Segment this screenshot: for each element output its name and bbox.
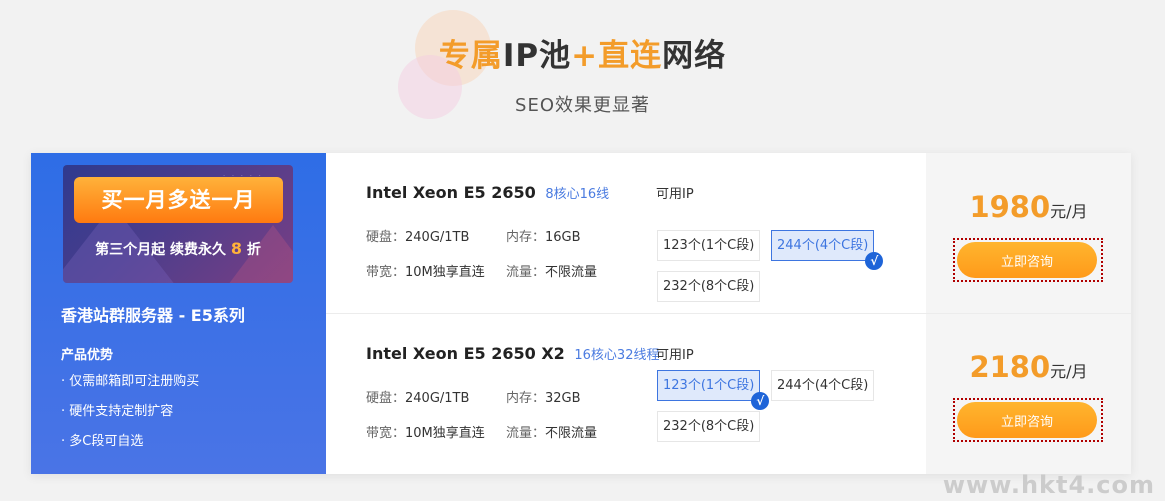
spec-value: 32GB xyxy=(545,391,581,406)
series-sidebar: · · · · · 买一月多送一月 第三个月起 续费永久 8 折 香港站群服务器… xyxy=(31,153,326,474)
consult-focus-ring: 立即咨询 xyxy=(953,238,1103,282)
cpu-cores: 16核心32线程 xyxy=(574,348,660,363)
title-segment: IP池 xyxy=(502,38,572,74)
spec-value: 240G/1TB xyxy=(405,391,470,406)
title-segment: 专属 xyxy=(438,38,503,74)
spec-value: 不限流量 xyxy=(545,426,598,441)
spec-label: 内存： xyxy=(506,230,546,245)
product-row: Intel Xeon E5 2650 X2 16核心32线程 硬盘：240G/1… xyxy=(326,314,1131,474)
ip-option-label: 244个(4个C段) xyxy=(777,378,869,393)
price-panel: 2180元/月 立即咨询 xyxy=(926,314,1131,474)
series-title: 香港站群服务器 - E5系列 xyxy=(61,306,245,325)
spec-disk: 硬盘：240G/1TB xyxy=(366,226,469,245)
spec-label: 流量： xyxy=(506,426,546,441)
ip-option-label: 244个(4个C段) xyxy=(777,238,869,253)
advantage-item: · 硬件支持定制扩容 xyxy=(61,404,174,419)
promo-main-text: 买一月多送一月 xyxy=(74,177,283,223)
cpu-name: Intel Xeon E5 2650 xyxy=(366,183,536,202)
price-unit: 元/月 xyxy=(1050,202,1088,221)
ip-option-label: 123个(1个C段) xyxy=(663,238,755,253)
price: 1980元/月 xyxy=(926,190,1131,224)
watermark: www.hkt4.com xyxy=(942,471,1155,499)
ip-option-label: 232个(8个C段) xyxy=(663,279,755,294)
page-title: 专属IP池+直连网络 xyxy=(0,30,1165,75)
price-amount: 2180 xyxy=(969,350,1051,384)
promo-sub-text: 第三个月起 续费永久 8 折 xyxy=(63,239,293,259)
promo-discount-number: 8 xyxy=(230,239,242,258)
ip-label: 可用IP xyxy=(656,348,694,363)
title-segment: 直连 xyxy=(598,38,663,74)
spec-value: 不限流量 xyxy=(545,265,598,280)
consult-button[interactable]: 立即咨询 xyxy=(957,402,1097,438)
spec-traffic: 流量：不限流量 xyxy=(506,422,597,441)
ip-option[interactable]: 232个(8个C段) xyxy=(657,271,761,302)
cpu-cores: 8核心16线 xyxy=(545,187,610,202)
page-subtitle: SEO效果更显著 xyxy=(515,95,650,116)
consult-focus-ring: 立即咨询 xyxy=(953,398,1103,442)
ip-option-label: 232个(8个C段) xyxy=(663,419,755,434)
spec-label: 带宽： xyxy=(366,265,406,280)
promo-sub-suffix: 折 xyxy=(246,242,261,258)
price: 2180元/月 xyxy=(926,350,1131,384)
cpu-model: Intel Xeon E5 2650 8核心16线 xyxy=(366,183,609,202)
spec-label: 流量： xyxy=(506,265,546,280)
cpu-name: Intel Xeon E5 2650 X2 xyxy=(366,344,565,363)
check-icon: √ xyxy=(865,252,884,270)
ip-option[interactable]: 123个(1个C段) xyxy=(657,230,761,261)
spec-disk: 硬盘：240G/1TB xyxy=(366,387,469,406)
ip-option-label: 123个(1个C段) xyxy=(663,378,755,393)
spec-label: 带宽： xyxy=(366,426,406,441)
product-card: · · · · · 买一月多送一月 第三个月起 续费永久 8 折 香港站群服务器… xyxy=(31,153,1131,474)
spec-traffic: 流量：不限流量 xyxy=(506,261,597,280)
spec-label: 内存： xyxy=(506,391,546,406)
spec-bandwidth: 带宽：10M独享直连 xyxy=(366,422,485,441)
spec-value: 240G/1TB xyxy=(405,230,470,245)
advantages-heading: 产品优势 xyxy=(61,348,114,363)
check-icon: √ xyxy=(751,392,770,410)
advantage-item: · 仅需邮箱即可注册购买 xyxy=(61,374,200,389)
price-unit: 元/月 xyxy=(1050,362,1088,381)
consult-button[interactable]: 立即咨询 xyxy=(957,242,1097,278)
spec-value: 10M独享直连 xyxy=(405,426,485,441)
spec-value: 10M独享直连 xyxy=(405,265,485,280)
advantage-item: · 多C段可自选 xyxy=(61,434,144,449)
ip-option[interactable]: 244个(4个C段) xyxy=(771,370,875,401)
spec-label: 硬盘： xyxy=(366,230,406,245)
advantages-list: · 仅需邮箱即可注册购买 · 硬件支持定制扩容 · 多C段可自选 xyxy=(61,374,199,464)
product-row: Intel Xeon E5 2650 8核心16线 硬盘：240G/1TB 内存… xyxy=(326,153,1131,314)
promo-banner[interactable]: · · · · · 买一月多送一月 第三个月起 续费永久 8 折 xyxy=(63,165,293,283)
cpu-model: Intel Xeon E5 2650 X2 16核心32线程 xyxy=(366,344,659,363)
ip-label: 可用IP xyxy=(656,187,694,202)
spec-bandwidth: 带宽：10M独享直连 xyxy=(366,261,485,280)
spec-memory: 内存：16GB xyxy=(506,226,581,245)
promo-sub-prefix: 第三个月起 续费永久 xyxy=(95,242,226,258)
spec-value: 16GB xyxy=(545,230,581,245)
spec-label: 硬盘： xyxy=(366,391,406,406)
title-segment: 网络 xyxy=(662,38,727,74)
ip-option-selected[interactable]: 244个(4个C段) √ xyxy=(771,230,884,270)
spec-memory: 内存：32GB xyxy=(506,387,581,406)
price-amount: 1980 xyxy=(969,190,1051,224)
ip-option[interactable]: 232个(8个C段) xyxy=(657,411,761,442)
ip-option-selected[interactable]: 123个(1个C段) √ xyxy=(657,370,770,410)
price-panel: 1980元/月 立即咨询 xyxy=(926,153,1131,313)
title-plus: + xyxy=(571,38,599,74)
